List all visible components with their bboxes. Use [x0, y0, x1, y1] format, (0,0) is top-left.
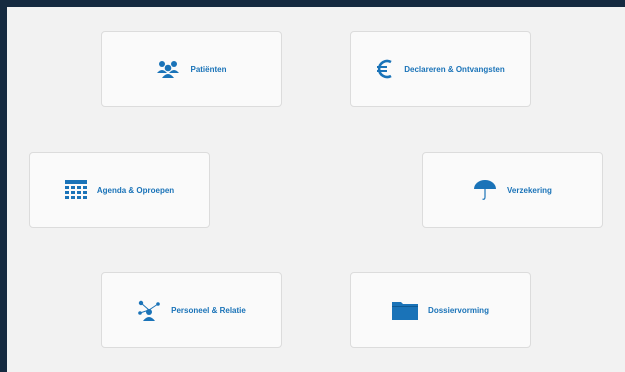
- main-panel: Patiënten Declareren & Ontvangsten Agend…: [7, 7, 625, 372]
- tile-dossier[interactable]: Dossiervorming: [350, 272, 531, 348]
- tile-agenda[interactable]: Agenda & Oproepen: [29, 152, 210, 228]
- tile-declareren[interactable]: Declareren & Ontvangsten: [350, 31, 531, 107]
- patients-group-icon: [156, 59, 180, 79]
- tile-label: Verzekering: [507, 185, 552, 195]
- calendar-grid-icon: [64, 180, 87, 200]
- network-person-icon: [137, 299, 161, 321]
- folder-icon: [392, 300, 419, 320]
- tile-personeel[interactable]: Personeel & Relatie: [101, 272, 282, 348]
- tile-verzekering[interactable]: Verzekering: [422, 152, 603, 228]
- umbrella-icon: [473, 179, 497, 201]
- tile-label: Dossiervorming: [428, 305, 489, 315]
- tile-label: Patiënten: [190, 64, 227, 74]
- tile-label: Declareren & Ontvangsten: [404, 64, 505, 74]
- tile-patienten[interactable]: Patiënten: [101, 31, 282, 107]
- euro-icon: [376, 58, 394, 80]
- tile-label: Agenda & Oproepen: [96, 185, 175, 195]
- tile-label: Personeel & Relatie: [171, 305, 246, 315]
